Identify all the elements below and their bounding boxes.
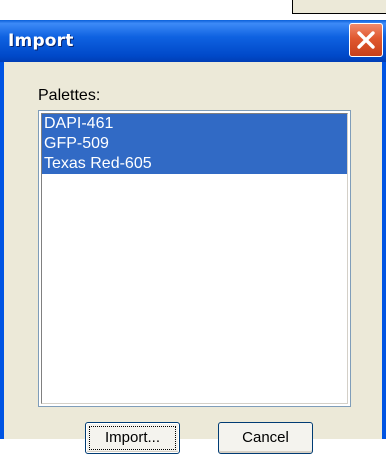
cancel-button-label: Cancel — [242, 429, 289, 446]
dialog-title: Import — [8, 31, 74, 51]
close-x-icon — [357, 31, 375, 49]
import-button[interactable]: Import... — [85, 422, 180, 454]
palettes-label: Palettes: — [38, 87, 101, 104]
list-item[interactable]: Texas Red-605 — [42, 154, 347, 174]
focus-rectangle — [89, 426, 176, 450]
listbox-content: DAPI-461 GFP-509 Texas Red-605 — [41, 113, 348, 404]
close-button[interactable] — [349, 23, 383, 57]
list-item[interactable]: GFP-509 — [42, 134, 347, 154]
title-bar[interactable]: Import — [0, 20, 386, 62]
list-item[interactable]: DAPI-461 — [42, 114, 347, 134]
import-dialog: Import Palettes: DAPI-461 GFP-509 Texas … — [0, 20, 386, 454]
palettes-listbox[interactable]: DAPI-461 GFP-509 Texas Red-605 — [38, 110, 351, 407]
background-window — [292, 0, 386, 14]
dialog-body: Palettes: DAPI-461 GFP-509 Texas Red-605… — [4, 62, 382, 454]
cancel-button[interactable]: Cancel — [218, 422, 313, 454]
